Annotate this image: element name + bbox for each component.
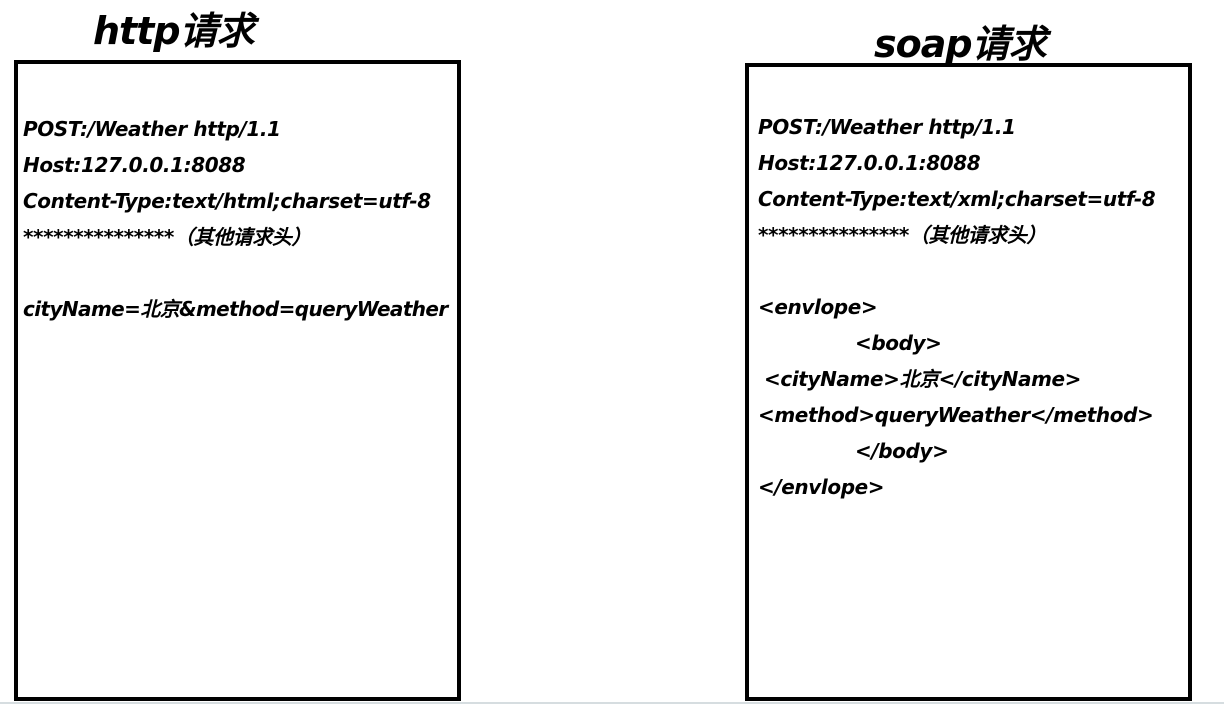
soap-body-close-tag: </body> (855, 439, 949, 463)
http-request-line: POST:/Weather http/1.1 (23, 117, 281, 141)
http-request-title: http请求 (93, 9, 255, 53)
soap-body-open-tag: <body> (855, 331, 942, 355)
soap-request-title: soap请求 (874, 22, 1047, 66)
soap-envelope-close-tag: </envlope> (758, 475, 885, 499)
soap-method-element: <method>queryWeather</method> (758, 403, 1154, 427)
soap-content-type-header: Content-Type:text/xml;charset=utf-8 (758, 187, 1156, 211)
soap-envelope-open-tag: <envlope> (758, 295, 878, 319)
bottom-divider (0, 702, 1224, 704)
soap-host-header: Host:127.0.0.1:8088 (758, 151, 981, 175)
soap-other-headers: ***************（其他请求头） (758, 223, 1047, 247)
soap-request-box: POST:/Weather http/1.1 Host:127.0.0.1:80… (745, 63, 1192, 701)
http-request-body: cityName=北京&method=queryWeather (23, 297, 448, 321)
http-request-box: POST:/Weather http/1.1 Host:127.0.0.1:80… (14, 60, 461, 701)
http-other-headers: ***************（其他请求头） (23, 225, 312, 249)
soap-cityname-element: <cityName>北京</cityName> (764, 367, 1082, 391)
soap-request-line: POST:/Weather http/1.1 (758, 115, 1016, 139)
http-host-header: Host:127.0.0.1:8088 (23, 153, 246, 177)
http-content-type-header: Content-Type:text/html;charset=utf-8 (23, 189, 431, 213)
